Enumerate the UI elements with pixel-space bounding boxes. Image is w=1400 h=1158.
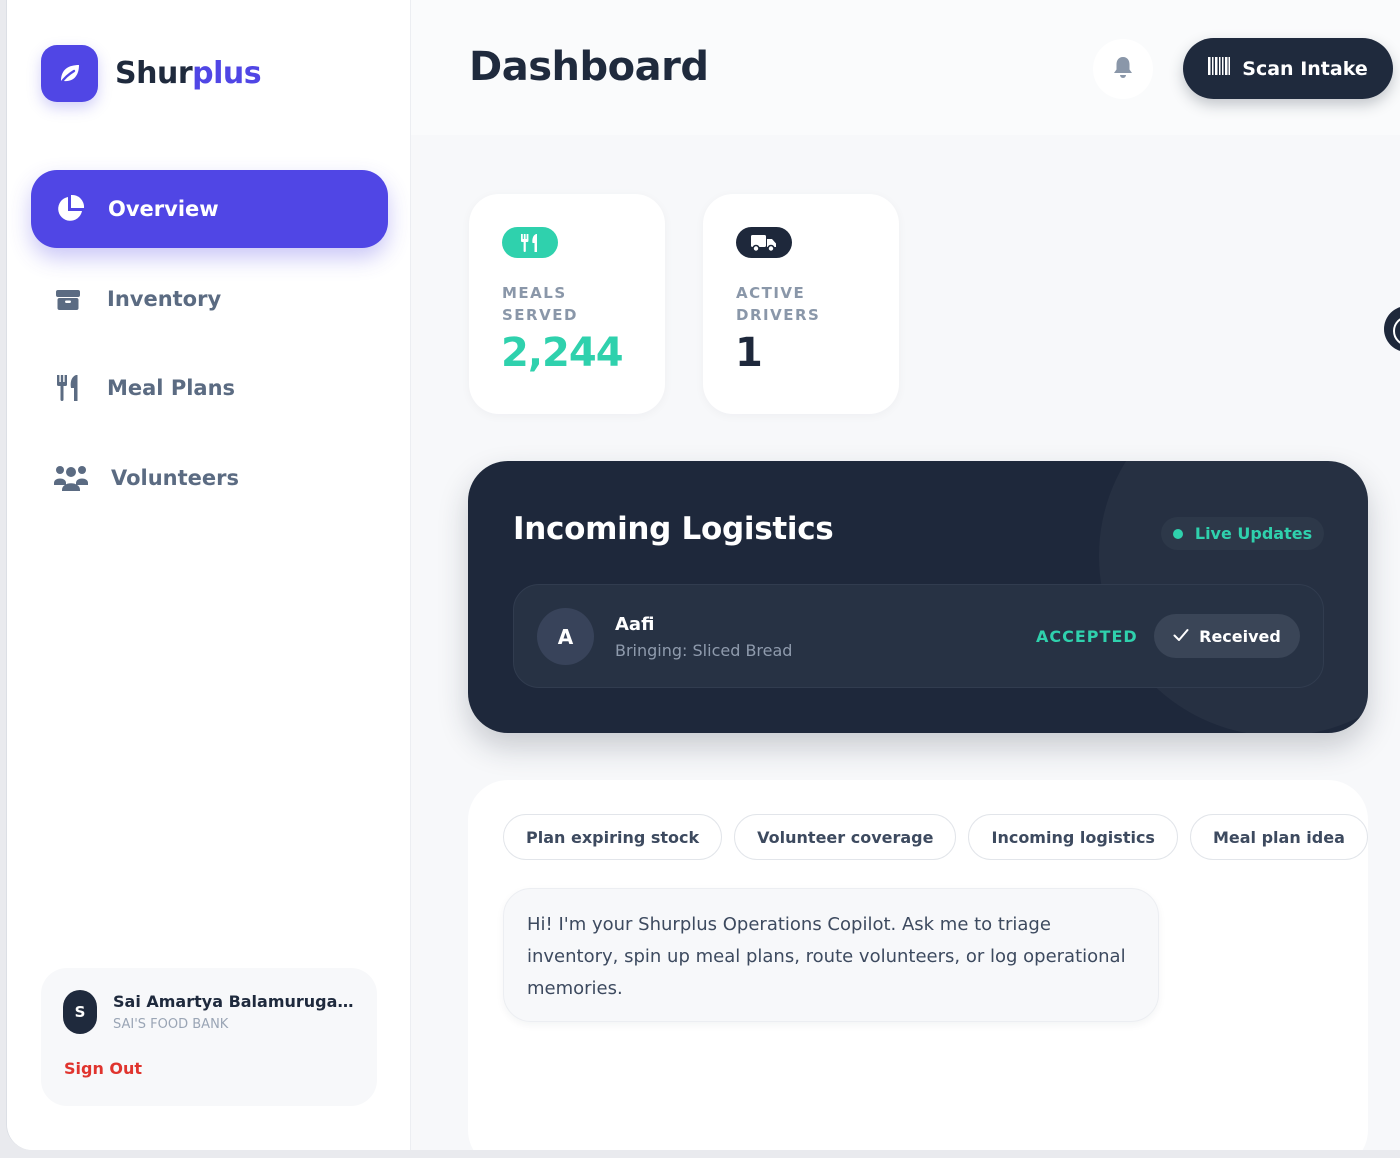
floating-action-button[interactable] [1384,306,1400,352]
stat-card-active-drivers: ACTIVE DRIVERS 1 [703,194,899,414]
live-updates-label: Live Updates [1194,524,1313,543]
sidebar-item-label: Meal Plans [107,376,236,400]
stat-value: 2,244 [501,330,624,376]
stat-card-meals-served: MEALS SERVED 2,244 [469,194,665,414]
sidebar-item-volunteers[interactable]: Volunteers [31,439,388,517]
section-title: Incoming Logistics [513,511,834,547]
sidebar-item-label: Inventory [107,287,222,311]
check-icon [1173,627,1189,646]
leaf-logo-icon [41,45,98,102]
live-dot-icon [1172,528,1183,539]
brand-name-part1: Shur [115,56,193,91]
sidebar-item-label: Volunteers [111,466,240,490]
notifications-button[interactable] [1093,39,1153,99]
barcode-icon [1208,57,1231,80]
box-icon [53,284,83,314]
stat-label: MEALS SERVED [502,284,578,324]
sidebar-item-overview[interactable]: Overview [31,170,388,248]
status-badge: ACCEPTED [1036,627,1138,646]
app-window: Shurplus Overview Inventory Meal Plans V… [6,0,1400,1150]
user-org: SAI'S FOOD BANK [113,1017,229,1032]
brand-name-part2: plus [192,56,262,91]
utensils-icon [502,227,558,258]
copilot-message: Hi! I'm your Shurplus Operations Copilot… [503,888,1159,1022]
scan-intake-button[interactable]: Scan Intake [1183,38,1393,99]
chip-volunteer-coverage[interactable]: Volunteer coverage [734,814,957,860]
page-title: Dashboard [469,44,709,90]
avatar: S [63,990,97,1034]
driver-name: Aafi [615,614,655,635]
sidebar-item-meal-plans[interactable]: Meal Plans [31,349,388,427]
chip-incoming-logistics[interactable]: Incoming logistics [968,814,1178,860]
live-updates-badge: Live Updates [1161,517,1324,550]
delivery-item: Bringing: Sliced Bread [615,641,793,660]
avatar: A [537,608,594,665]
users-icon [53,463,89,493]
brand[interactable]: Shurplus [41,45,262,102]
incoming-logistics-panel: Incoming Logistics Live Updates A Aafi B… [468,461,1368,733]
sidebar-item-inventory[interactable]: Inventory [31,260,388,338]
bell-icon [1112,55,1134,83]
chip-meal-plan-idea[interactable]: Meal plan idea [1189,814,1368,860]
scan-intake-label: Scan Intake [1242,57,1368,80]
brand-name: Shurplus [115,56,262,91]
received-button[interactable]: Received [1154,614,1300,658]
stat-label: ACTIVE DRIVERS [736,284,821,324]
truck-icon [736,227,792,258]
utensils-icon [53,373,83,403]
header: Dashboard Scan Intake [411,0,1400,135]
user-name: Sai Amartya Balamurugan L... [113,992,363,1011]
suggestion-chips: Plan expiring stock Volunteer coverage I… [503,814,1380,860]
received-label: Received [1199,626,1281,646]
pie-chart-icon [55,194,85,224]
copilot-panel: Plan expiring stock Volunteer coverage I… [468,780,1368,1150]
list-item: A Aafi Bringing: Sliced Bread ACCEPTED R… [513,584,1324,688]
sign-out-button[interactable]: Sign Out [64,1059,142,1078]
sidebar: Shurplus Overview Inventory Meal Plans V… [7,0,411,1150]
user-card: S Sai Amartya Balamurugan L... SAI'S FOO… [41,968,377,1106]
chip-plan-expiring-stock[interactable]: Plan expiring stock [503,814,723,860]
stat-value: 1 [735,330,763,376]
sidebar-item-label: Overview [108,197,219,221]
